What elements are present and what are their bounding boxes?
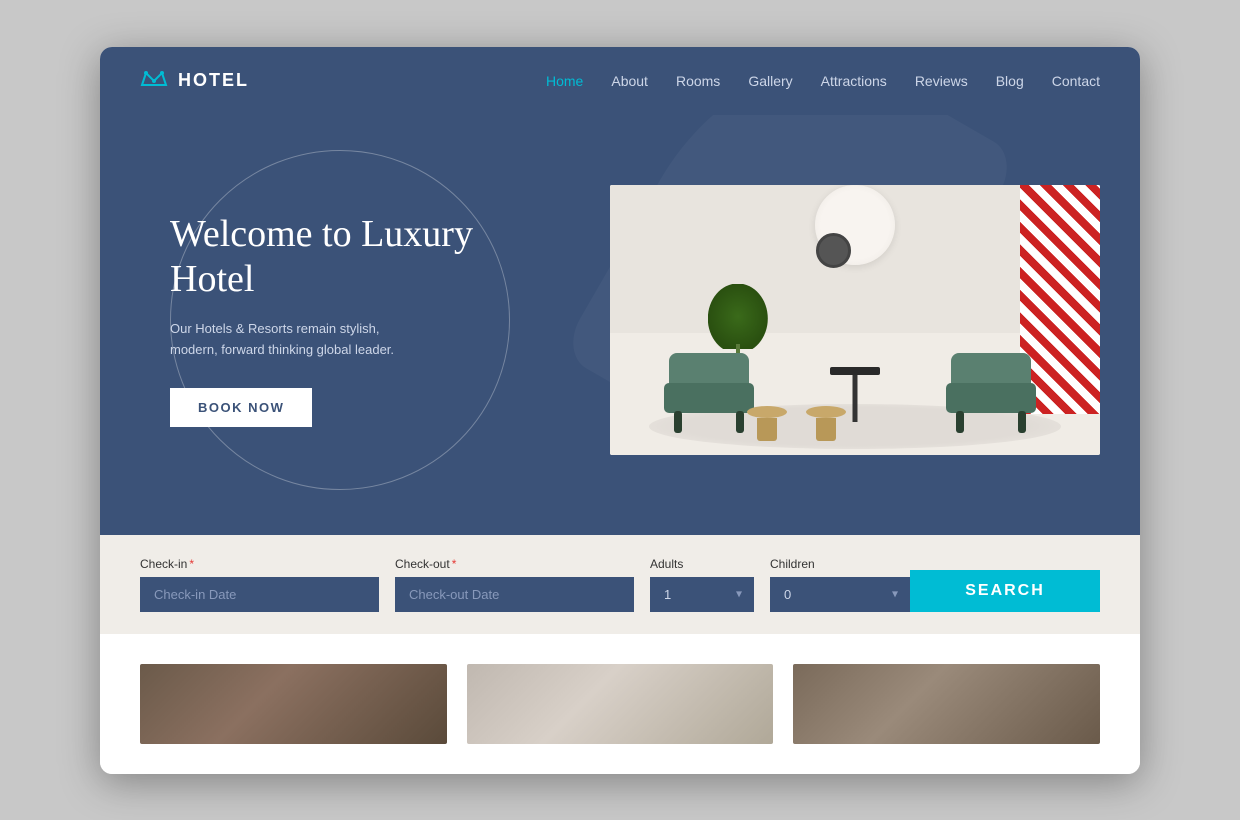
nav-contact[interactable]: Contact (1052, 73, 1100, 89)
nav-reviews[interactable]: Reviews (915, 73, 968, 89)
children-field: Children 0 1 2 3 4 (770, 557, 910, 612)
main-nav: Home About Rooms Gallery Attractions Rev… (546, 73, 1100, 89)
adults-select[interactable]: 1 2 3 4 5 (650, 577, 754, 612)
room-card-1[interactable] (140, 664, 447, 744)
chair-left (659, 353, 759, 433)
hero-section: Welcome to Luxury Hotel Our Hotels & Res… (100, 115, 1140, 535)
nav-gallery[interactable]: Gallery (748, 73, 792, 89)
checkout-input[interactable] (395, 577, 634, 612)
children-select[interactable]: 0 1 2 3 4 (770, 577, 910, 612)
checkin-field: Check-in* (140, 557, 395, 612)
checkout-field: Check-out* (395, 557, 650, 612)
chair-seat (664, 383, 754, 413)
hero-left: Welcome to Luxury Hotel Our Hotels & Res… (140, 192, 540, 448)
nav-blog[interactable]: Blog (996, 73, 1024, 89)
chair-leg-right-l (956, 411, 964, 433)
adults-label: Adults (650, 557, 754, 571)
checkin-input[interactable] (140, 577, 379, 612)
logo-area: HOTEL (140, 67, 249, 95)
stool-top (747, 406, 787, 418)
nav-home[interactable]: Home (546, 73, 583, 89)
crown-icon (140, 67, 168, 95)
stool-1 (747, 406, 787, 441)
rooms-section (100, 634, 1140, 774)
stool-2 (806, 406, 846, 441)
room-card-2[interactable] (467, 664, 774, 744)
room-scene (610, 185, 1100, 455)
hero-content: Welcome to Luxury Hotel Our Hotels & Res… (140, 192, 540, 448)
chair-right (941, 353, 1041, 433)
hero-image-container (610, 185, 1100, 455)
checkin-required: * (189, 557, 194, 571)
room-card-3[interactable] (793, 664, 1100, 744)
booking-bar: Check-in* Check-out* Adults 1 2 3 4 5 (100, 535, 1140, 634)
stool-body-2 (816, 418, 836, 441)
checkout-required: * (452, 557, 457, 571)
chair-seat-right (946, 383, 1036, 413)
chair-leg-right (736, 411, 744, 433)
site-header: HOTEL Home About Rooms Gallery Attractio… (100, 47, 1140, 115)
hero-room-image (610, 185, 1100, 455)
book-now-button[interactable]: BOOK NOW (170, 388, 312, 427)
adults-field: Adults 1 2 3 4 5 (650, 557, 770, 612)
search-button[interactable]: SEARCH (910, 570, 1100, 612)
chair-leg-right-r (1018, 411, 1026, 433)
hero-title: Welcome to Luxury Hotel (170, 212, 510, 303)
stool-body (757, 418, 777, 441)
nav-rooms[interactable]: Rooms (676, 73, 720, 89)
adults-select-wrapper: 1 2 3 4 5 (650, 577, 754, 612)
nav-about[interactable]: About (611, 73, 648, 89)
checkout-label: Check-out* (395, 557, 634, 571)
table-leg (853, 375, 858, 422)
checkin-label: Check-in* (140, 557, 379, 571)
children-select-wrapper: 0 1 2 3 4 (770, 577, 910, 612)
hero-subtitle: Our Hotels & Resorts remain stylish, mod… (170, 319, 430, 361)
children-label: Children (770, 557, 910, 571)
browser-window: HOTEL Home About Rooms Gallery Attractio… (100, 47, 1140, 774)
table-top (830, 367, 880, 375)
nav-attractions[interactable]: Attractions (821, 73, 887, 89)
logo-text: HOTEL (178, 70, 249, 91)
wall-clock (816, 233, 851, 268)
chair-leg-left (674, 411, 682, 433)
stool-top-2 (806, 406, 846, 418)
